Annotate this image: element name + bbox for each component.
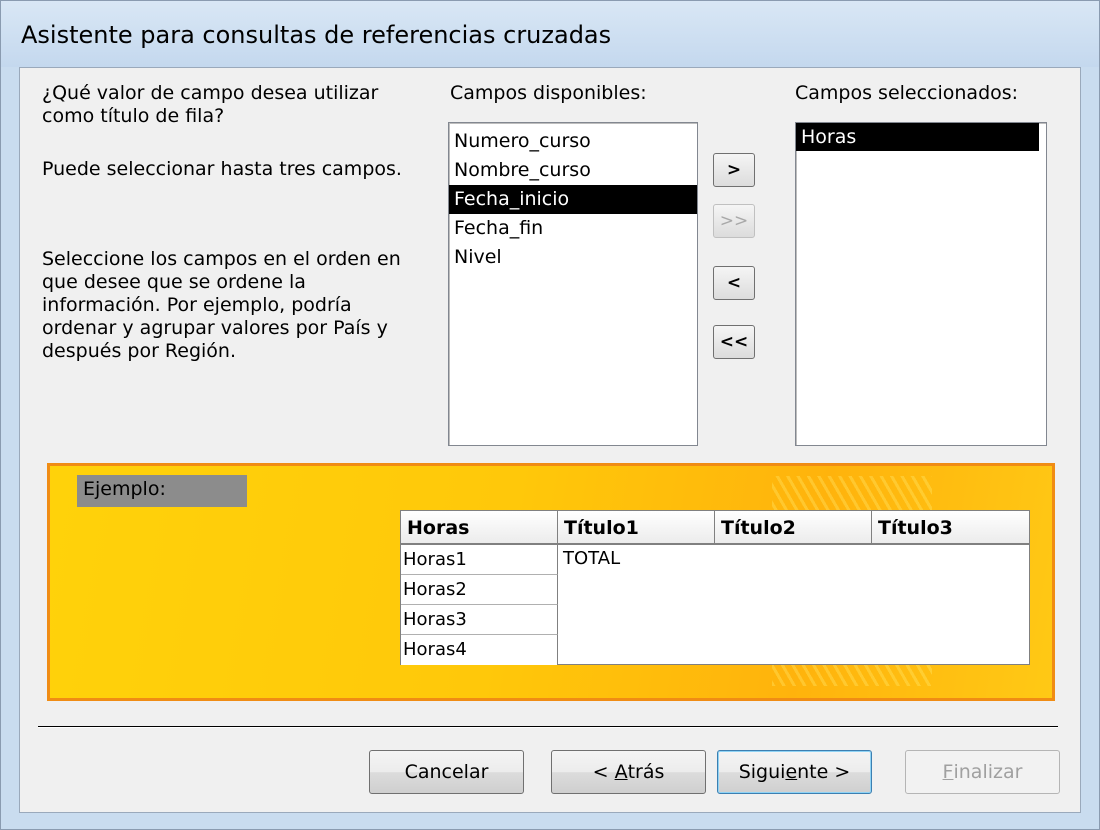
selected-fields-list[interactable]: Horas xyxy=(795,122,1047,446)
grid-header: Título1 xyxy=(558,511,715,545)
finish-label-rest: inalizar xyxy=(953,761,1023,783)
back-mnemonic: A xyxy=(614,761,628,783)
window-title: Asistente para consultas de referencias … xyxy=(21,21,612,49)
remove-all-fields-button[interactable]: << xyxy=(713,325,755,359)
grid-row-cell: Horas3 xyxy=(401,605,558,635)
available-fields-label: Campos disponibles: xyxy=(450,82,647,104)
list-item[interactable]: Nivel xyxy=(449,243,697,272)
add-field-button[interactable]: > xyxy=(713,153,755,187)
grid-header: Horas xyxy=(401,511,558,545)
grid-row-cell: Horas4 xyxy=(401,635,558,665)
list-item[interactable]: Nombre_curso xyxy=(449,156,697,185)
add-all-fields-button[interactable]: >> xyxy=(713,204,755,238)
back-button[interactable]: < Atrás xyxy=(551,750,706,794)
grid-total: TOTAL xyxy=(563,548,621,569)
order-help-text: Seleccione los campos en el orden en que… xyxy=(42,248,401,362)
list-item-selected[interactable]: Fecha_inicio xyxy=(449,185,697,214)
grid-row-cell: Horas1 xyxy=(401,545,558,575)
wizard-window: Asistente para consultas de referencias … xyxy=(0,0,1100,830)
example-preview: Ejemplo: Horas Título1 Título2 Título3 H… xyxy=(47,463,1055,701)
remove-field-button[interactable]: < xyxy=(713,266,755,300)
cancel-button[interactable]: Cancelar xyxy=(369,750,524,794)
list-item[interactable]: Numero_curso xyxy=(449,127,697,156)
back-prefix: < xyxy=(592,761,615,783)
next-label-rest: nte > xyxy=(797,761,851,783)
field-limit-note: Puede seleccionar hasta tres campos. xyxy=(42,158,402,180)
finish-button[interactable]: Finalizar xyxy=(905,750,1060,794)
back-label-rest: trás xyxy=(627,761,665,783)
example-label: Ejemplo: xyxy=(77,475,247,507)
dialog-body: ¿Qué valor de campo desea utilizar como … xyxy=(19,67,1081,813)
available-fields-list[interactable]: Numero_curso Nombre_curso Fecha_inicio F… xyxy=(448,122,698,446)
title-bar[interactable]: Asistente para consultas de referencias … xyxy=(1,1,1099,67)
grid-header: Título2 xyxy=(715,511,872,545)
next-prefix: Sigui xyxy=(738,761,786,783)
selected-fields-label: Campos seleccionados: xyxy=(795,82,1019,104)
next-button[interactable]: Sigui e nte > xyxy=(717,750,872,794)
divider xyxy=(38,726,1058,728)
list-item-selected[interactable]: Horas xyxy=(796,123,1039,151)
next-mnemonic: e xyxy=(785,761,798,783)
list-item[interactable]: Fecha_fin xyxy=(449,214,697,243)
grid-row-cell: Horas2 xyxy=(401,575,558,605)
grid-header: Título3 xyxy=(872,511,1029,545)
row-heading-question: ¿Qué valor de campo desea utilizar como … xyxy=(42,82,379,127)
example-grid: Horas Título1 Título2 Título3 Horas1 Hor… xyxy=(400,510,1030,665)
finish-mnemonic: F xyxy=(942,761,954,783)
